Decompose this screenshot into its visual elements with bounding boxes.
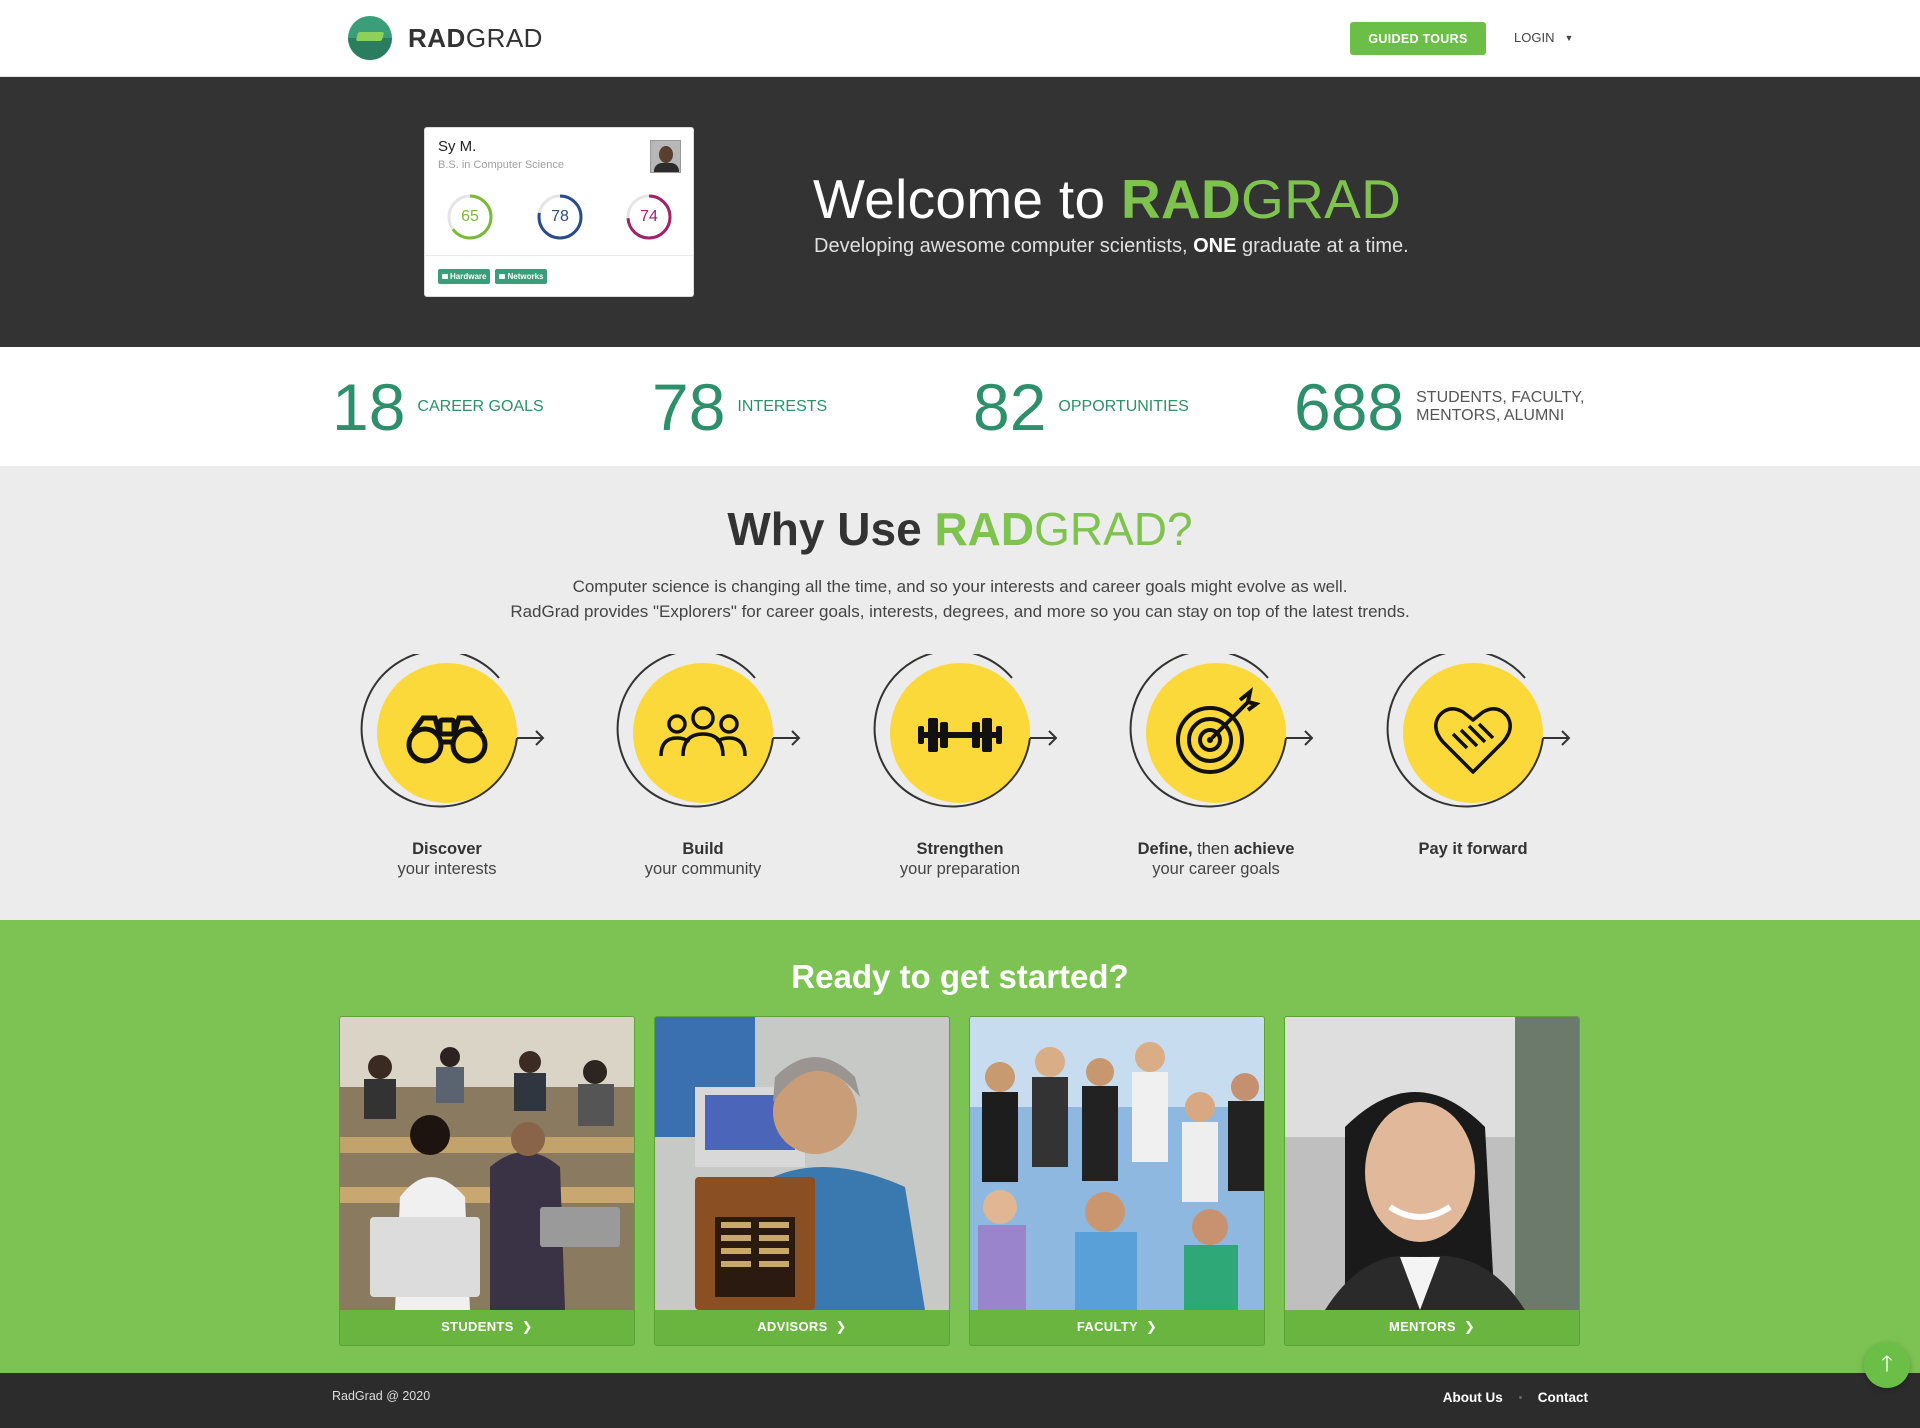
feature-title: Strengthen — [916, 840, 1004, 858]
feature-title: Discover — [412, 840, 482, 858]
interest-tag: Networks — [495, 269, 548, 284]
profile-degree: B.S. in Computer Science — [438, 159, 564, 171]
target-icon — [1129, 654, 1314, 808]
feature-strengthen: Strengthen your preparation — [870, 654, 1090, 878]
stat-opportunities: 82 OPPORTUNITIES — [973, 373, 1189, 441]
hero-section: Sy M. B.S. in Computer Science 65 78 74 … — [0, 77, 1920, 347]
stat-interests: 78 INTERESTS — [652, 373, 827, 441]
stats-section: 18 CAREER GOALS 78 INTERESTS 82 OPPORTUN… — [0, 347, 1920, 466]
copyright: RadGrad @ 2020 — [332, 1389, 431, 1403]
profile-name: Sy M. — [438, 138, 477, 155]
feature-define: Define, then achieve your career goals — [1126, 654, 1346, 878]
score-value: 65 — [461, 208, 479, 225]
avatar — [650, 140, 681, 173]
chevron-right-icon: ❯ — [1145, 1319, 1158, 1334]
feature-title: Pay it forward — [1418, 840, 1528, 858]
binoculars-icon — [360, 654, 545, 808]
card-divider — [425, 255, 693, 256]
students-card[interactable]: STUDENTS ❯ — [339, 1016, 635, 1346]
interest-tags: Hardware Networks — [438, 269, 548, 284]
login-label: LOGIN — [1514, 30, 1555, 45]
stat-users: 688 STUDENTS, FACULTY, MENTORS, ALUMNI — [1294, 373, 1584, 441]
get-started-heading: Ready to get started? — [791, 958, 1129, 995]
separator-dot — [1518, 1396, 1522, 1399]
advisors-photo — [655, 1017, 949, 1310]
scroll-to-top-button[interactable]: 🡑 — [1864, 1342, 1910, 1388]
stat-label: INTERESTS — [737, 398, 828, 415]
mentors-photo — [1285, 1017, 1579, 1310]
top-navbar: RADGRAD GUIDED TOURS LOGIN ▼ — [0, 0, 1920, 77]
stat-number: 688 — [1294, 370, 1405, 444]
faculty-link[interactable]: FACULTY ❯ — [970, 1309, 1264, 1345]
stat-number: 82 — [973, 370, 1047, 444]
chevron-right-icon: ❯ — [835, 1319, 847, 1334]
mentors-link[interactable]: MENTORS ❯ — [1285, 1309, 1579, 1345]
guided-tours-button[interactable]: GUIDED TOURS — [1350, 22, 1486, 55]
why-heading: Why Use RADGRAD? — [727, 503, 1193, 555]
stat-label: STUDENTS, FACULTY, MENTORS, ALUMNI — [1416, 389, 1585, 424]
feature-pay-it-forward: Pay it forward — [1383, 654, 1603, 858]
why-description: Computer science is changing all the tim… — [510, 577, 1410, 621]
score-gauge-2: 78 — [537, 194, 583, 240]
caret-down-icon: ▼ — [1564, 32, 1574, 43]
contact-link[interactable]: Contact — [1538, 1390, 1588, 1405]
advisors-card[interactable]: ADVISORS ❯ — [654, 1016, 950, 1346]
footer-links: About Us Contact — [1443, 1390, 1588, 1405]
community-icon — [616, 654, 801, 808]
logo-text: RADGRAD — [408, 22, 543, 53]
mentors-card[interactable]: MENTORS ❯ — [1284, 1016, 1580, 1346]
why-section: Why Use RADGRAD? Computer science is cha… — [0, 466, 1920, 920]
footer: RadGrad @ 2020 About Us Contact — [0, 1373, 1920, 1428]
feature-discover: Discover your interests — [357, 654, 577, 878]
arrow-up-icon: 🡑 — [1881, 1351, 1893, 1376]
welcome-heading: Welcome to RADGRAD — [813, 168, 1402, 230]
login-dropdown[interactable]: LOGIN ▼ — [1514, 30, 1573, 45]
score-gauge-1: 65 — [447, 194, 493, 240]
feature-build: Build your community — [613, 654, 833, 878]
feature-title: Build — [682, 840, 724, 858]
about-us-link[interactable]: About Us — [1443, 1390, 1503, 1405]
score-value: 78 — [551, 208, 569, 225]
chevron-right-icon: ❯ — [1463, 1319, 1476, 1334]
get-started-section: Ready to get started? STUDENTS ❯ ADVISOR… — [0, 920, 1920, 1373]
feature-subtitle: your preparation — [899, 860, 1021, 878]
stat-number: 18 — [332, 370, 406, 444]
interest-tag: Hardware — [438, 269, 491, 284]
tag-icon — [499, 274, 506, 279]
stat-label: CAREER GOALS — [417, 398, 544, 415]
score-gauge-3: 74 — [626, 194, 672, 240]
stat-career-goals: 18 CAREER GOALS — [332, 373, 544, 441]
handshake-heart-icon — [1386, 654, 1571, 808]
feature-subtitle: your career goals — [1152, 860, 1280, 878]
sample-profile-card: Sy M. B.S. in Computer Science 65 78 74 … — [424, 127, 694, 297]
stat-number: 78 — [652, 370, 726, 444]
tag-icon — [442, 274, 448, 279]
hero-tagline: Developing awesome computer scientists, … — [814, 235, 1409, 257]
students-photo — [340, 1017, 634, 1310]
radgrad-logo[interactable]: RADGRAD — [348, 16, 543, 60]
faculty-photo — [970, 1017, 1264, 1310]
feature-title: Define, then achieve — [1137, 840, 1295, 858]
mortarboard-logo-icon — [348, 16, 392, 60]
feature-subtitle: your interests — [397, 860, 497, 878]
dumbbell-icon — [873, 654, 1058, 808]
stat-label: OPPORTUNITIES — [1058, 398, 1189, 415]
students-link[interactable]: STUDENTS ❯ — [340, 1309, 634, 1345]
score-value: 74 — [640, 208, 658, 225]
chevron-right-icon: ❯ — [521, 1319, 533, 1334]
feature-subtitle: your community — [644, 860, 762, 878]
advisors-link[interactable]: ADVISORS ❯ — [655, 1309, 949, 1345]
faculty-card[interactable]: FACULTY ❯ — [969, 1016, 1265, 1346]
